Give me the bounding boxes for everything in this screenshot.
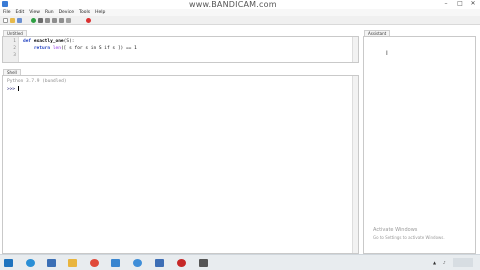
code-editor[interactable]: 1 2 3 def exactly_one(S): return len([ s… [2,36,359,63]
debug-icon[interactable] [38,18,43,23]
mouse-cursor-icon: I [386,50,388,57]
save-icon[interactable] [17,18,22,23]
stop-icon[interactable] [86,18,91,23]
assistant-panel: I [363,36,476,254]
activate-windows-title: Activate Windows [373,227,418,233]
shell-banner: Python 3.7.9 (bundled) [7,79,67,84]
keyword-return: return [33,46,53,51]
line-number: 2 [13,46,16,51]
menu-run[interactable]: Run [45,9,54,16]
file-explorer-icon[interactable] [68,259,77,267]
menu-edit[interactable]: Edit [16,9,25,16]
code-line-1: def exactly_one(S): [23,39,75,44]
open-folder-icon[interactable] [10,18,15,23]
browser-icon[interactable] [133,259,142,267]
tray-network-icon[interactable]: ▲ [433,260,436,265]
line-number: 3 [13,53,16,58]
menu-bar: File Edit View Run Device Tools Help [0,9,480,16]
menu-help[interactable]: Help [95,9,105,16]
terminal-icon[interactable] [199,259,208,267]
menu-tools[interactable]: Tools [79,9,90,16]
title-bar: www.BANDICAM.com – □ ✕ [0,0,480,9]
run-icon[interactable] [31,18,36,23]
shell-scrollbar[interactable] [352,76,358,253]
shell-input-line[interactable]: >>> [7,86,19,92]
bandicam-watermark: www.BANDICAM.com [189,0,277,9]
store-icon[interactable] [47,259,56,267]
step-over-icon[interactable] [45,18,50,23]
step-into-icon[interactable] [52,18,57,23]
text-cursor [17,86,19,91]
menu-view[interactable]: View [29,9,40,16]
function-name: exactly_one [33,39,64,44]
close-window-icon[interactable]: ✕ [467,1,479,7]
keyword-def: def [23,39,34,44]
shell-prompt: >>> [7,87,18,92]
step-out-icon[interactable] [59,18,64,23]
start-icon[interactable] [4,259,13,267]
edge-browser-icon[interactable] [26,259,35,267]
line-number: 1 [13,39,16,44]
editor-scrollbar[interactable] [352,37,358,62]
thonny-app-icon [2,1,8,7]
code-text: ([ s for s in S if s ]) == 1 [60,46,137,51]
code-line-2: return len([ s for s in S if s ]) == 1 [23,46,137,51]
minimize-icon[interactable]: – [440,1,452,7]
code-text: (S): [63,39,75,44]
windows-taskbar: ▲ ♪ [0,254,480,270]
bandicam-record-icon[interactable] [177,259,186,267]
activate-windows-hint: Go to Settings to activate Windows. [373,235,445,240]
chrome-icon[interactable] [90,259,99,267]
new-file-icon[interactable] [3,18,8,23]
thonny-taskbar-icon[interactable] [155,259,164,267]
maximize-icon[interactable]: □ [454,1,466,7]
builtin-len: len [52,46,61,51]
menu-device[interactable]: Device [59,9,74,16]
toolbar [0,16,480,25]
resume-icon[interactable] [66,18,71,23]
menu-file[interactable]: File [3,9,11,16]
app-icon[interactable] [111,259,120,267]
tray-clock[interactable] [453,258,473,267]
shell-panel[interactable]: Python 3.7.9 (bundled) >>> [2,75,359,254]
tray-volume-icon[interactable]: ♪ [443,260,446,265]
line-number-gutter: 1 2 3 [3,37,19,62]
